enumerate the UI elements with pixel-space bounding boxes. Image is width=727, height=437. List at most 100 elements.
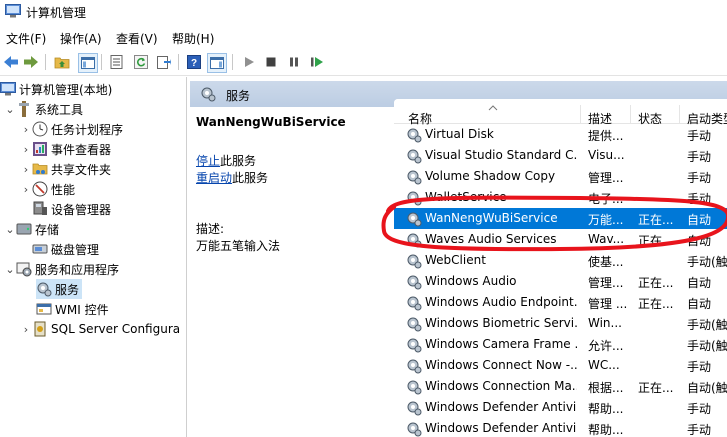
- column-header: 名称 描述 状态 启动类型: [394, 99, 727, 126]
- service-name: Windows Defender Antivi...: [425, 421, 577, 435]
- service-startup-type: 手动: [687, 129, 712, 143]
- service-name: Visual Studio Standard C...: [425, 148, 577, 162]
- service-gear-icon: [406, 421, 422, 437]
- stop-service-link[interactable]: 停止: [196, 154, 220, 168]
- service-row[interactable]: Visual Studio Standard C... Visu... 手动: [394, 145, 727, 166]
- tree-item-services-apps[interactable]: ⌄ 服务和应用程序: [4, 259, 119, 279]
- service-startup-type: 手动: [687, 423, 712, 437]
- service-row[interactable]: Volume Shadow Copy 管理... 手动: [394, 166, 727, 187]
- tree-item-storage[interactable]: ⌄ 存储: [4, 219, 59, 239]
- service-row[interactable]: Virtual Disk 提供... 手动: [394, 124, 727, 145]
- up-folder-icon[interactable]: [53, 53, 71, 71]
- menu-help[interactable]: 帮助(H): [172, 30, 214, 47]
- tree-item-wmi[interactable]: WMI 控件: [36, 299, 109, 319]
- export-list-icon[interactable]: [155, 53, 173, 71]
- service-description: Visu...: [588, 148, 625, 162]
- service-description-pane: WanNengWuBiService 停止此服务 重启动此服务 描述: 万能五笔…: [190, 107, 394, 437]
- services-header-title: 服务: [226, 89, 251, 103]
- window-title: 计算机管理: [26, 6, 87, 20]
- service-name: Windows Audio: [425, 274, 517, 288]
- start-service-icon[interactable]: [240, 53, 258, 71]
- service-description: 帮助...: [588, 402, 624, 416]
- sql-server-icon: [32, 321, 48, 337]
- service-name: Virtual Disk: [425, 127, 494, 141]
- properties-icon[interactable]: [108, 53, 126, 71]
- service-description: 使基...: [588, 255, 624, 269]
- tree-item-device-manager[interactable]: 设备管理器: [32, 199, 111, 219]
- service-gear-icon: [406, 337, 422, 353]
- expand-arrow-icon[interactable]: ›: [20, 323, 32, 336]
- menu-file[interactable]: 文件(F): [6, 30, 46, 47]
- tree-item-system-tools[interactable]: ⌄ 系统工具: [4, 99, 83, 119]
- tree-item-disk-management[interactable]: 磁盘管理: [32, 239, 99, 259]
- expand-arrow-icon[interactable]: ›: [20, 183, 32, 196]
- service-row[interactable]: Windows Defender Antivi... 帮助... 手动: [394, 397, 727, 418]
- storage-icon: [16, 221, 32, 237]
- service-status: 正在...: [638, 276, 674, 290]
- service-gear-icon: [406, 169, 422, 185]
- service-description: 允许...: [588, 339, 624, 353]
- tree-item-sql-server-config[interactable]: › SQL Server Configura: [20, 319, 180, 339]
- service-name: Windows Audio Endpoint...: [425, 295, 577, 309]
- sort-ascending-icon: [488, 105, 498, 111]
- performance-icon: [32, 181, 48, 197]
- collapse-arrow-icon[interactable]: ⌄: [4, 223, 16, 236]
- services-header-icon: [200, 86, 216, 105]
- service-description: 提供...: [588, 129, 624, 143]
- tree-item-shared-folders[interactable]: › 共享文件夹: [20, 159, 111, 179]
- resume-service-icon[interactable]: [308, 53, 326, 71]
- service-status: 正在...: [638, 297, 674, 311]
- service-gear-icon: [406, 358, 422, 374]
- service-row[interactable]: Windows Audio 管理... 正在... 自动: [394, 271, 727, 292]
- restart-service-link[interactable]: 重启动: [196, 171, 232, 185]
- service-row[interactable]: Windows Camera Frame ... 允许... 手动(触发: [394, 334, 727, 355]
- service-row[interactable]: Windows Biometric Servi... Win... 手动(触发: [394, 313, 727, 334]
- expand-arrow-icon[interactable]: ›: [20, 143, 32, 156]
- service-name: Volume Shadow Copy: [425, 169, 556, 183]
- service-row[interactable]: Windows Defender Antivi... 帮助... 手动: [394, 418, 727, 437]
- collapse-arrow-icon[interactable]: ⌄: [4, 263, 16, 276]
- stop-service-icon[interactable]: [262, 53, 280, 71]
- service-gear-icon: [406, 400, 422, 416]
- help-icon[interactable]: ?: [185, 53, 203, 71]
- expand-arrow-icon[interactable]: ›: [20, 163, 32, 176]
- service-row[interactable]: WebClient 使基... 手动(触发: [394, 250, 727, 271]
- tree-item-services[interactable]: 服务: [36, 279, 83, 299]
- device-manager-icon: [32, 201, 48, 217]
- svg-text:?: ?: [191, 58, 197, 69]
- tree-item-root[interactable]: 计算机管理(本地): [0, 79, 112, 99]
- service-description: 管理 ...: [588, 297, 628, 311]
- service-row[interactable]: Windows Connection Ma... 根据... 正在... 自动(触发: [394, 376, 727, 397]
- menu-action[interactable]: 操作(A): [60, 30, 102, 47]
- service-startup-type: 手动(触发: [687, 255, 727, 269]
- pause-service-icon[interactable]: [285, 53, 303, 71]
- service-row[interactable]: Windows Audio Endpoint... 管理 ... 正在... 自动: [394, 292, 727, 313]
- service-description: 管理...: [588, 171, 624, 185]
- tree-item-event-viewer[interactable]: › 事件查看器: [20, 139, 111, 159]
- service-row[interactable]: Windows Connect Now -... WC... 手动: [394, 355, 727, 376]
- expand-arrow-icon[interactable]: ›: [20, 123, 32, 136]
- tree-item-task-scheduler[interactable]: › 任务计划程序: [20, 119, 123, 139]
- highlight-circle: [381, 195, 727, 252]
- service-startup-type: 手动(触发: [687, 318, 727, 332]
- show-hide-tree-icon[interactable]: [78, 53, 98, 73]
- computer-icon: [0, 81, 16, 97]
- wmi-icon: [36, 301, 52, 317]
- refresh-icon[interactable]: [132, 53, 150, 71]
- stop-service-line: 停止此服务: [196, 152, 256, 169]
- toolbar: ?: [0, 49, 727, 76]
- collapse-arrow-icon[interactable]: ⌄: [4, 103, 16, 116]
- service-description: 管理...: [588, 276, 624, 290]
- forward-arrow-icon[interactable]: [22, 53, 40, 71]
- tree-item-performance[interactable]: › 性能: [20, 179, 75, 199]
- service-description: 根据...: [588, 381, 624, 395]
- description-text: 万能五笔输入法: [196, 239, 281, 253]
- services-apps-icon: [16, 261, 32, 277]
- back-arrow-icon[interactable]: [2, 53, 20, 71]
- menu-view[interactable]: 查看(V): [116, 30, 158, 47]
- service-gear-icon: [406, 379, 422, 395]
- show-hide-action-pane-icon[interactable]: [207, 53, 227, 73]
- title-bar: 计算机管理: [0, 0, 727, 24]
- restart-service-suffix: 此服务: [232, 171, 269, 185]
- service-startup-type: 手动: [687, 150, 712, 164]
